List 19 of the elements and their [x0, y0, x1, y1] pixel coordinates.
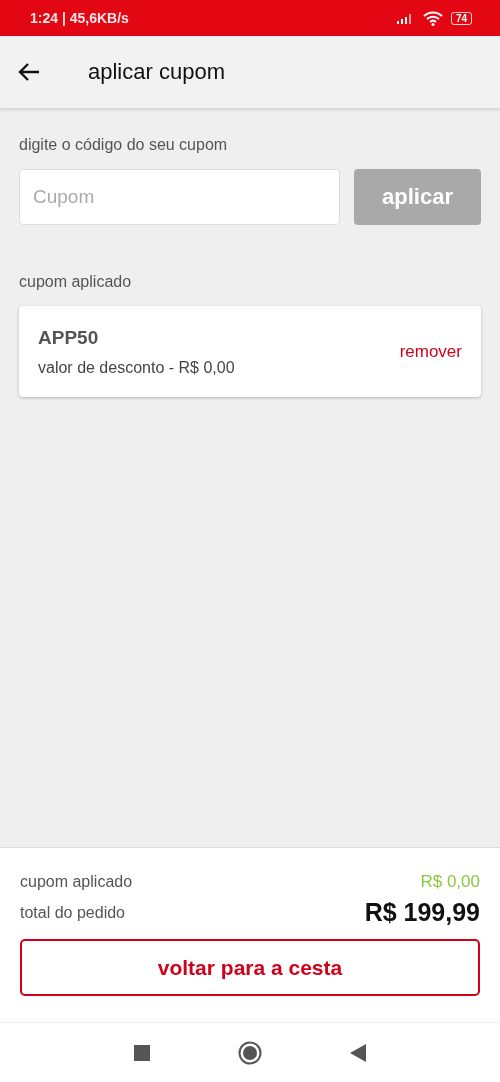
back-button[interactable] — [18, 63, 40, 81]
summary-value: R$ 199,99 — [364, 898, 480, 927]
section-label: cupom aplicado — [19, 273, 132, 290]
status-time: 1:24 | 45,6KB/s — [30, 10, 129, 26]
summary-label: cupom aplicado — [20, 873, 133, 891]
discount-text: valor de desconto - R$ 0,00 — [38, 359, 235, 377]
square-icon[interactable] — [134, 1044, 150, 1061]
coupon-label: digite o código do seu cupom — [19, 136, 229, 154]
back-icon[interactable] — [350, 1043, 366, 1062]
remove-button[interactable]: remover — [399, 342, 462, 362]
coupon-code: APP50 — [38, 327, 100, 349]
summary-label: total do pedido — [20, 903, 125, 922]
coupon-field[interactable]: Cupom — [19, 169, 340, 225]
summary-value: R$ 0,00 — [420, 872, 480, 892]
page-title: aplicar cupom — [88, 59, 225, 85]
wifi-icon — [422, 10, 443, 26]
battery-icon: 74 — [450, 11, 472, 25]
back-to-basket-button[interactable]: voltar para a cesta — [20, 939, 480, 996]
home-icon[interactable] — [238, 1040, 262, 1065]
